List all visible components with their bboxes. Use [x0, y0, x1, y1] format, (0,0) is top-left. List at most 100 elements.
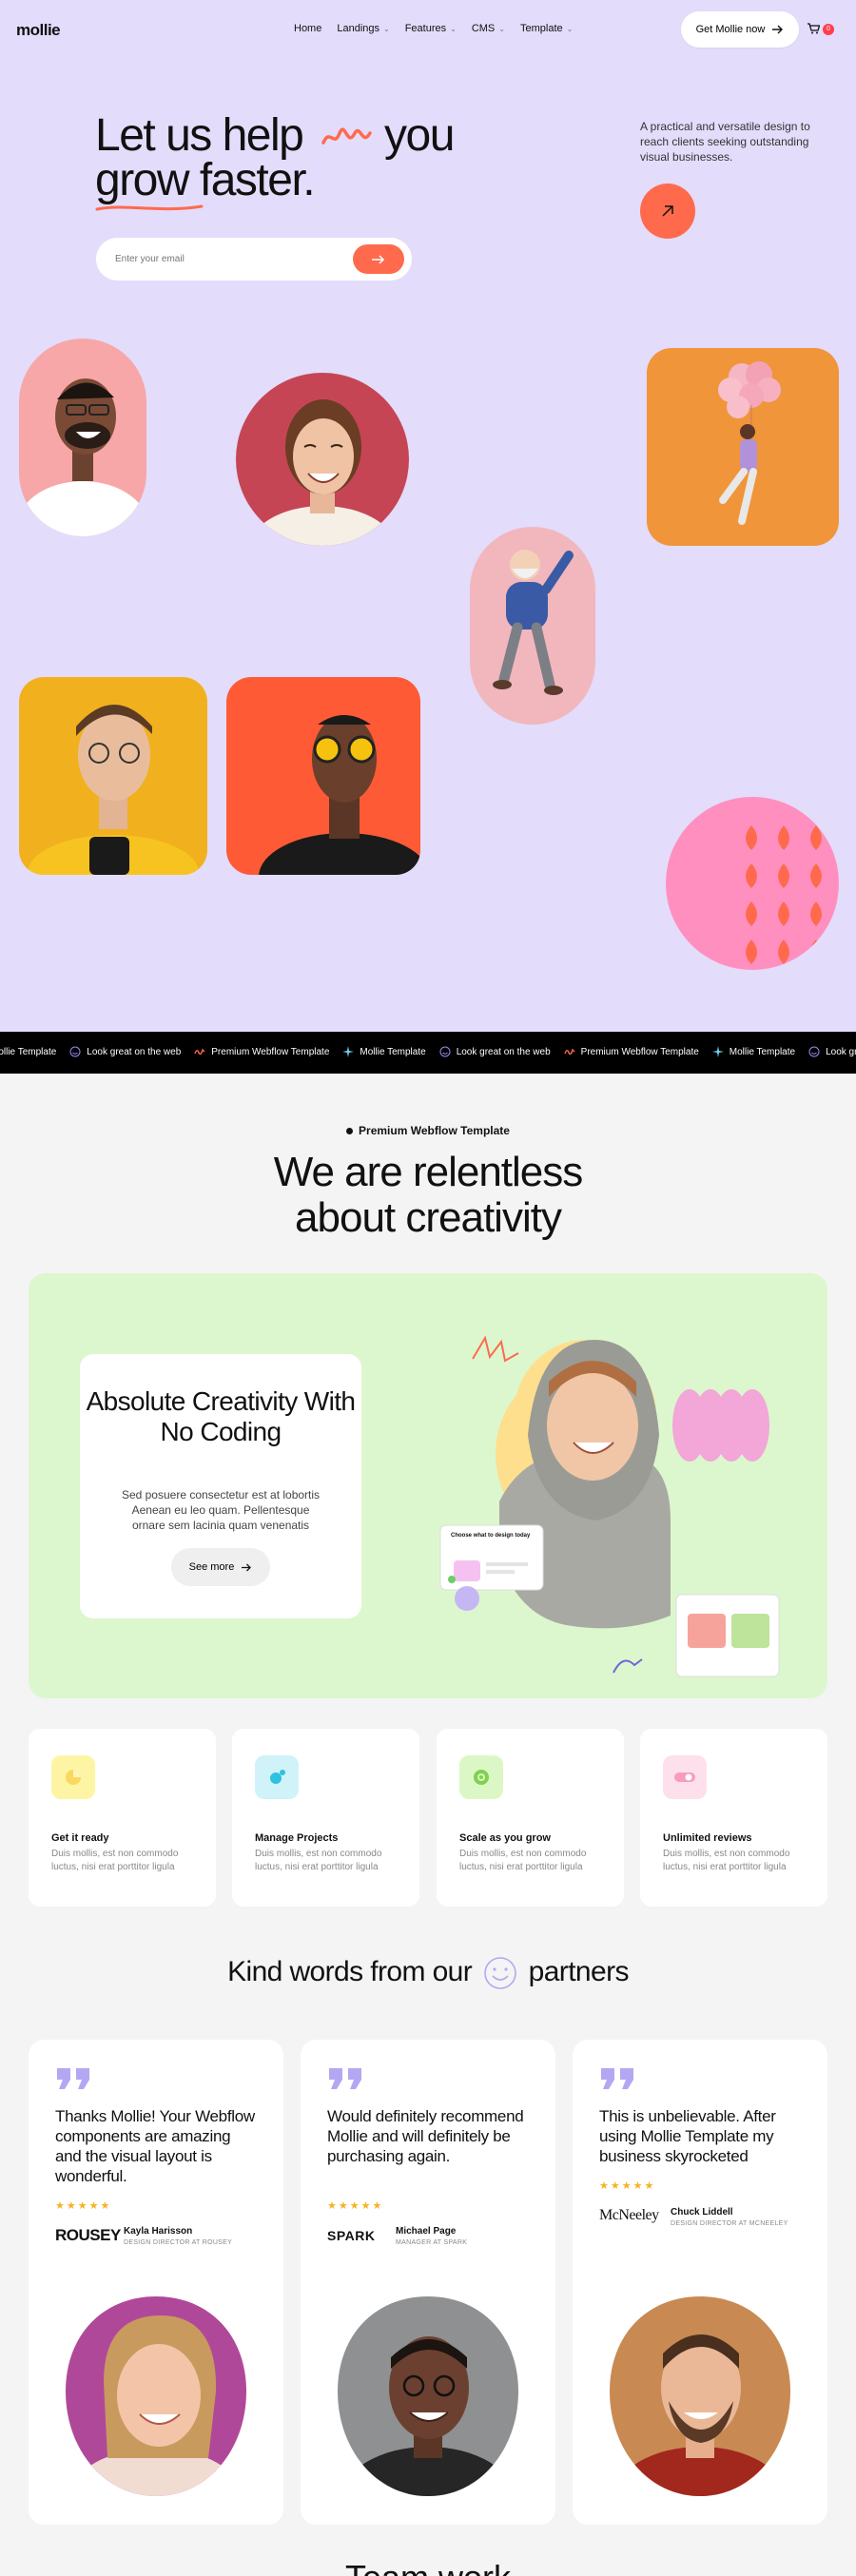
- hero-arrow-button[interactable]: [640, 184, 695, 239]
- get-mollie-button[interactable]: Get Mollie now: [681, 11, 799, 48]
- author-role: DESIGN DIRECTOR AT ROUSEY: [124, 2239, 233, 2246]
- feature-banner: Absolute Creativity With No Coding Sed p…: [29, 1273, 827, 1698]
- cart-count-badge: 0: [823, 24, 834, 35]
- feature-title: Get it ready: [51, 1832, 109, 1844]
- hero-headline-line1: Let us help: [95, 110, 304, 161]
- section-title-line2: about creativity: [295, 1194, 562, 1241]
- testimonials-title-start: Kind words from our: [227, 1956, 473, 1987]
- marquee-label: Premium Webflow Template: [580, 1046, 699, 1057]
- feature-card: Get it ready Duis mollis, est non commod…: [29, 1729, 216, 1907]
- author-role: DESIGN DIRECTOR AT MCNEELEY: [671, 2220, 788, 2227]
- testimonial-quote: Thanks Mollie! Your Webflow components a…: [55, 2107, 255, 2185]
- feature-card: Scale as you grow Duis mollis, est non c…: [437, 1729, 624, 1907]
- section-eyebrow: Premium Webflow Template: [0, 1124, 856, 1137]
- squiggle-icon: [563, 1048, 575, 1056]
- section-title: We are relentless about creativity: [0, 1150, 856, 1241]
- underline-stroke: [95, 204, 204, 211]
- cta-label: Get Mollie now: [695, 24, 766, 35]
- banner-card-text: Sed posuere consectetur est at lobortis …: [121, 1488, 321, 1532]
- smiley-icon: [484, 1957, 516, 1989]
- marquee-item: Premium Webflow Template: [194, 1046, 329, 1057]
- email-input[interactable]: [115, 249, 343, 268]
- author-role: MANAGER AT SPARK: [396, 2239, 468, 2246]
- feature-text: Duis mollis, est non commodo luctus, nis…: [459, 1849, 587, 1872]
- author-name: Michael Page: [396, 2226, 457, 2237]
- nav-label: Template: [519, 23, 563, 34]
- nav-item-features[interactable]: Features ⌄: [405, 23, 457, 34]
- hero-headline-line2: grow faster.: [95, 155, 316, 205]
- decorative-pink-circle: [666, 797, 839, 970]
- nav-label: CMS: [471, 23, 496, 34]
- marquee-item: Mollie Template: [711, 1046, 796, 1057]
- smiley-icon: [69, 1046, 81, 1057]
- testimonials-title: Kind words from our partners: [0, 1956, 856, 1990]
- banner-illustration: [439, 1335, 780, 1677]
- marquee-item: Premium Webflow Template: [563, 1046, 699, 1057]
- quote-icon: [57, 2068, 89, 2089]
- squiggle-icon: [194, 1048, 205, 1056]
- target-icon: [459, 1755, 503, 1799]
- testimonial-card: Would definitely recommend Mollie and wi…: [301, 2040, 555, 2525]
- nav-item-cms[interactable]: CMS ⌄: [472, 23, 505, 34]
- marquee-item: Mollie Template: [342, 1046, 426, 1057]
- logo[interactable]: mollie: [16, 21, 61, 40]
- marquee-label: Look great on the web: [87, 1046, 182, 1057]
- photo-man-sunglasses: [226, 677, 420, 875]
- eyebrow-label: Premium Webflow Template: [359, 1124, 510, 1137]
- feature-title: Manage Projects: [255, 1832, 339, 1844]
- feature-title: Unlimited reviews: [663, 1832, 752, 1844]
- dots-icon: [255, 1755, 299, 1799]
- photo-laughing-woman: [236, 373, 409, 546]
- pie-chart-icon: [51, 1755, 95, 1799]
- marquee-label: Premium Webflow Template: [211, 1046, 330, 1057]
- see-more-button[interactable]: See more: [171, 1548, 270, 1586]
- nav-label: Home: [294, 23, 322, 34]
- marquee-label: Mollie Template: [729, 1046, 796, 1057]
- ui-mock-title: Choose what to design today: [451, 1533, 531, 1539]
- marquee-label: Mollie Template: [0, 1046, 57, 1057]
- testimonial-quote: This is unbelievable. After using Mollie…: [599, 2107, 776, 2165]
- nav-item-landings[interactable]: Landings ⌄: [337, 23, 389, 34]
- marquee-track: Mollie Template Look great on the web Pr…: [0, 1046, 856, 1057]
- email-submit-button[interactable]: [353, 244, 404, 274]
- company-logo: ROUSEY: [55, 2226, 121, 2244]
- feature-text: Duis mollis, est non commodo luctus, nis…: [663, 1849, 790, 1872]
- photo-girl-balloons: [647, 348, 839, 546]
- see-more-label: See more: [188, 1561, 235, 1573]
- author-avatar: [66, 2296, 246, 2496]
- cart-icon[interactable]: [807, 23, 820, 34]
- marquee-label: Look great on the web: [826, 1046, 856, 1057]
- banner-text-card: Absolute Creativity With No Coding Sed p…: [80, 1354, 361, 1618]
- nav-item-template[interactable]: Template ⌄: [520, 23, 573, 34]
- chevron-down-icon: ⌄: [383, 24, 390, 33]
- hero-section: mollie Home Landings ⌄ Features ⌄ CMS ⌄ Tem…: [0, 0, 856, 1032]
- bullet-dot: [346, 1128, 354, 1135]
- author-name: Chuck Liddell: [671, 2207, 733, 2218]
- rating-stars: ★★★★★: [327, 2200, 384, 2212]
- hero-description: A practical and versatile design to reac…: [640, 120, 810, 164]
- nav-label: Landings: [337, 23, 379, 34]
- author-name: Kayla Harisson: [124, 2226, 193, 2237]
- star-burst-icon: [342, 1046, 355, 1057]
- author-avatar: [338, 2296, 518, 2496]
- testimonial-card: This is unbelievable. After using Mollie…: [573, 2040, 827, 2525]
- star-burst-icon: [711, 1046, 724, 1057]
- banner-card-title: Absolute Creativity With No Coding: [86, 1386, 356, 1446]
- quote-icon: [601, 2068, 633, 2089]
- email-form: [96, 238, 412, 281]
- author-avatar: [610, 2296, 790, 2496]
- main-menu: Home Landings ⌄ Features ⌄ CMS ⌄ Template ⌄: [294, 23, 573, 34]
- nav-item-home[interactable]: Home: [294, 23, 321, 34]
- toggle-icon: [663, 1755, 707, 1799]
- company-logo: SPARK: [327, 2228, 376, 2243]
- feature-card: Unlimited reviews Duis mollis, est non c…: [640, 1729, 827, 1907]
- chevron-down-icon: ⌄: [566, 24, 574, 33]
- feature-text: Duis mollis, est non commodo luctus, nis…: [255, 1849, 382, 1872]
- photo-man-glasses: [19, 677, 207, 875]
- chevron-down-icon: ⌄: [498, 24, 505, 33]
- section-title-line1: We are relentless: [273, 1149, 584, 1195]
- arrow-right-icon: [242, 1563, 252, 1571]
- feature-text: Duis mollis, est non commodo luctus, nis…: [51, 1849, 179, 1872]
- marquee-item: Look great on the web: [808, 1046, 856, 1057]
- rating-stars: ★★★★★: [599, 2180, 656, 2192]
